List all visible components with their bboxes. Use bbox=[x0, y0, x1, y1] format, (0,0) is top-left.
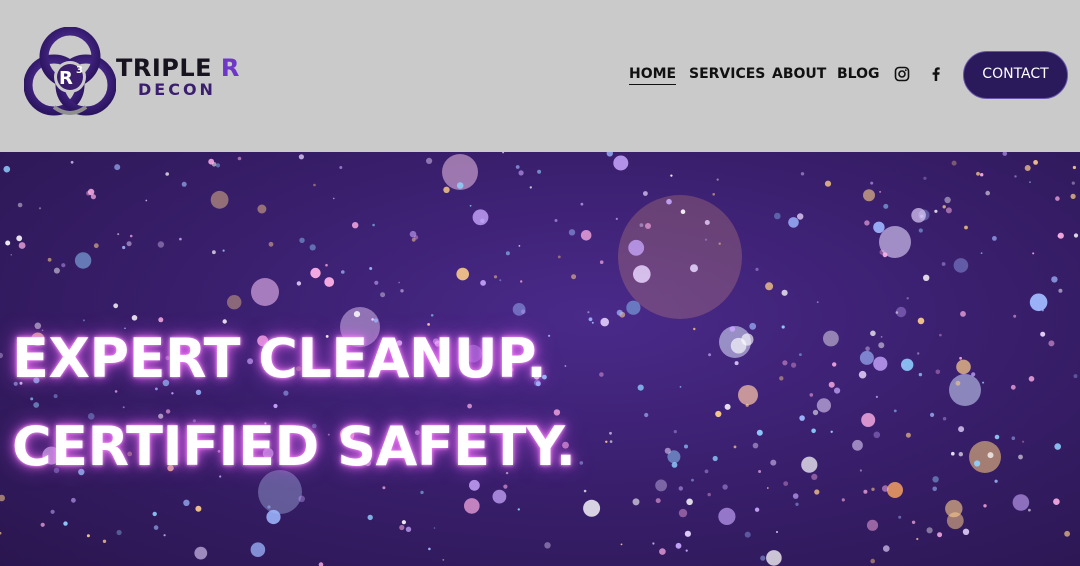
facebook-icon[interactable] bbox=[928, 66, 944, 82]
logo[interactable]: R 3 TRIPLE R DECON bbox=[24, 27, 244, 117]
logo-mark-letter: R bbox=[59, 68, 73, 89]
nav-about[interactable]: ABOUT bbox=[772, 64, 826, 84]
instagram-icon[interactable] bbox=[894, 66, 910, 82]
nav-blog[interactable]: BLOG bbox=[837, 64, 880, 84]
hero-section: EXPERT CLEANUP. CERTIFIED SAFETY. bbox=[0, 152, 1080, 566]
hero-headline-line1: EXPERT CLEANUP. bbox=[12, 327, 547, 390]
site-header: R 3 TRIPLE R DECON HOME SERVICES ABOUT B… bbox=[0, 0, 1080, 152]
brand-name-part2: R bbox=[220, 54, 240, 82]
biohazard-logo-icon: R 3 bbox=[24, 27, 116, 116]
logo-mark-superscript: 3 bbox=[76, 65, 83, 76]
nav-home[interactable]: HOME bbox=[629, 64, 677, 85]
nav-services[interactable]: SERVICES bbox=[689, 64, 765, 84]
brand-name-part1: TRIPLE bbox=[116, 54, 221, 82]
brand-subname: DECON bbox=[138, 80, 216, 99]
hero-headline-line2: CERTIFIED SAFETY. bbox=[12, 415, 576, 478]
brand-name: TRIPLE R bbox=[116, 54, 240, 82]
contact-button[interactable]: CONTACT bbox=[963, 51, 1068, 99]
